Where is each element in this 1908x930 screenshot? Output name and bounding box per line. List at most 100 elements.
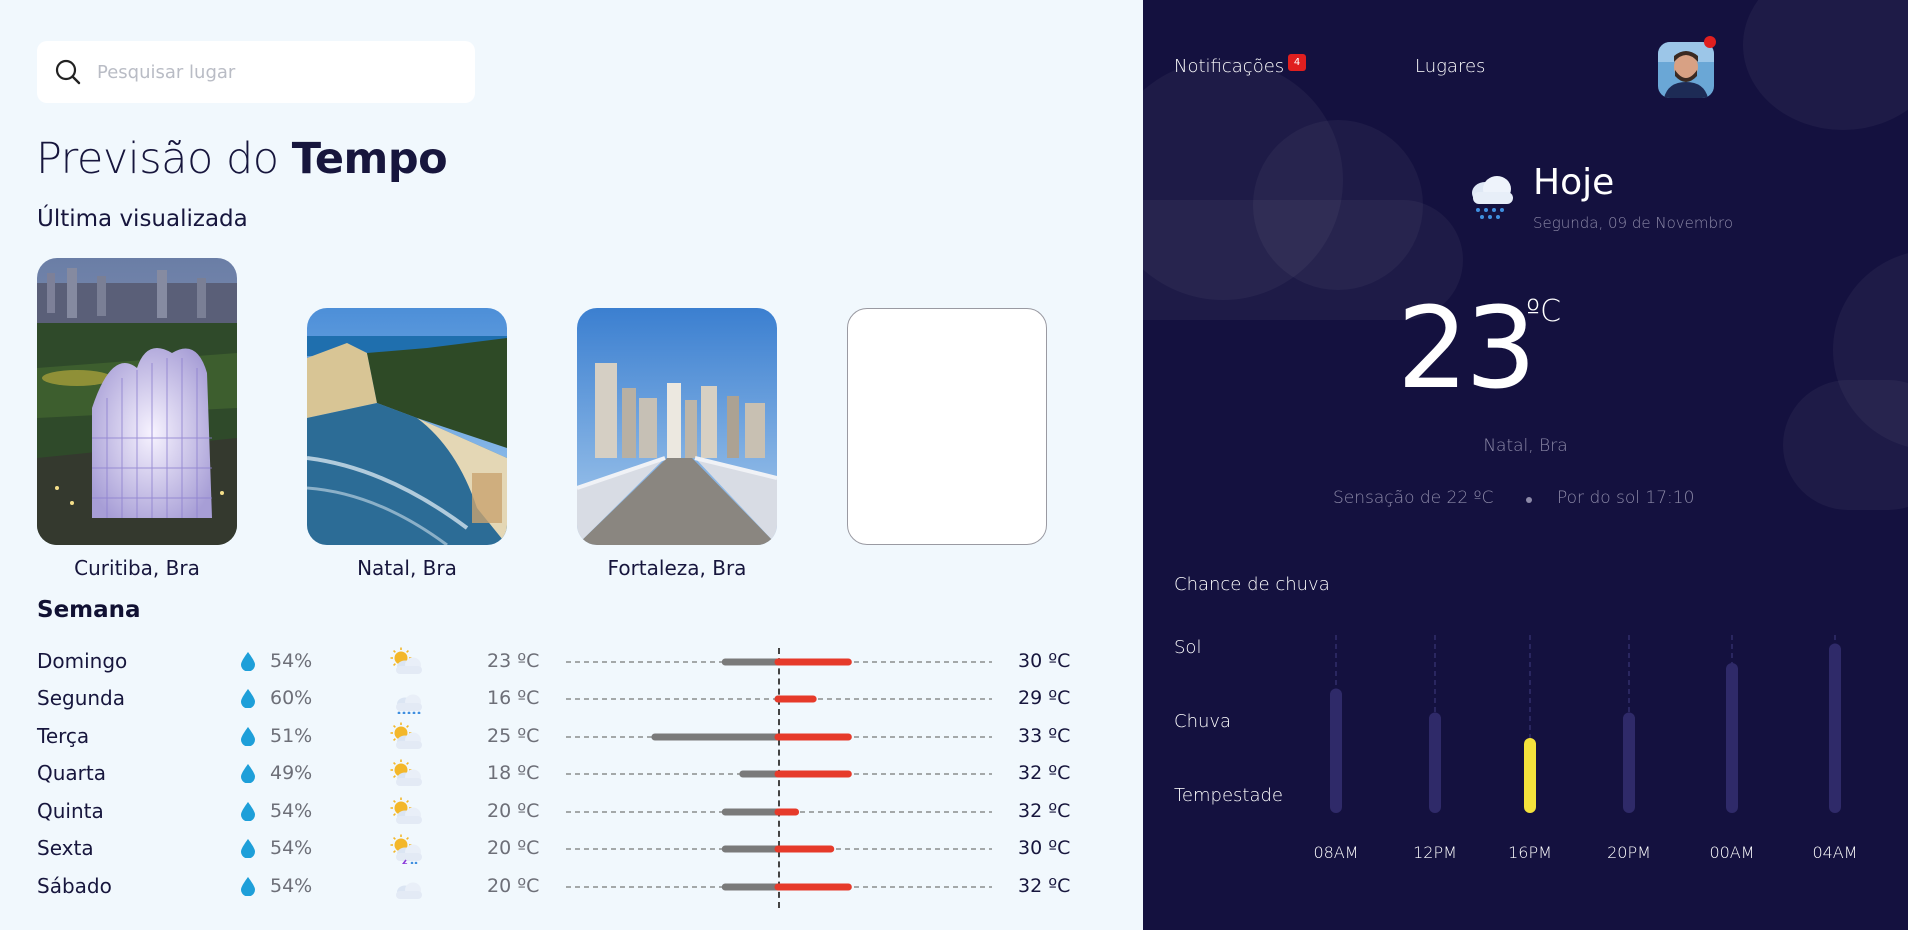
bg-cloud-shape (1743, 0, 1908, 130)
day-name: Quinta (37, 799, 104, 823)
title-light: Previsão do (36, 134, 292, 184)
page-title: Previsão do Tempo (36, 134, 448, 184)
week-row[interactable]: Segunda 60% 16 ºC 29 ºC (0, 684, 1100, 714)
cloud-icon (396, 882, 422, 899)
week-row[interactable]: Sábado 54% 20 ºC 32 ºC (0, 872, 1100, 902)
notifications-link[interactable]: Notificações (1174, 56, 1284, 77)
min-temp: 20 ºC (487, 800, 540, 822)
min-temp: 18 ºC (487, 762, 540, 784)
rain-drop-icon (241, 652, 255, 671)
temp-range-bar (566, 658, 992, 666)
week-title: Semana (37, 597, 141, 623)
temp-range-bar (566, 695, 992, 703)
partly-cloudy-icon (390, 797, 422, 824)
rain-chance: 51% (270, 725, 313, 747)
x-tick-label: 00AM (1709, 843, 1755, 862)
min-temp: 25 ºC (487, 725, 540, 747)
avatar-photo (1658, 42, 1714, 98)
max-temp: 32 ºC (1018, 800, 1071, 822)
x-tick-label: 20PM (1607, 843, 1651, 862)
city-name-natal: Natal, Bra (357, 556, 457, 580)
today-date: Segunda, 09 de Novembro (1533, 214, 1734, 232)
natal-photo (307, 308, 507, 545)
min-temp: 20 ºC (487, 875, 540, 897)
partly-cloudy-icon (390, 647, 422, 674)
week-row[interactable]: Sexta 54% 20 ºC 30 ºC (0, 834, 1100, 864)
temperature-unit: ºC (1526, 294, 1562, 329)
week-row[interactable]: Quarta 49% 18 ºC 32 ºC (0, 759, 1100, 789)
max-temp: 33 ºC (1018, 725, 1071, 747)
avatar-status-dot (1704, 36, 1716, 48)
day-name: Sábado (37, 874, 112, 898)
x-tick-label: 04AM (1812, 843, 1858, 862)
search-icon (55, 59, 81, 85)
storm-sun-icon (390, 834, 422, 864)
min-temp: 20 ºC (487, 837, 540, 859)
current-location: Natal, Bra (1483, 436, 1568, 456)
rain-drop-icon (241, 764, 255, 783)
rain-icon (396, 694, 422, 714)
main-content: Previsão do Tempo Última visualizada Cur… (0, 0, 1143, 930)
city-name-curitiba: Curitiba, Bra (74, 556, 200, 580)
max-temp: 32 ºC (1018, 762, 1071, 784)
today-label: Hoje (1533, 162, 1615, 203)
recent-subtitle: Última visualizada (37, 206, 248, 232)
max-temp: 30 ºC (1018, 650, 1071, 672)
avatar[interactable] (1658, 42, 1714, 98)
rain-icon (1472, 176, 1513, 219)
day-name: Domingo (37, 649, 128, 673)
rain-drop-icon (241, 839, 255, 858)
city-card-natal[interactable] (307, 308, 507, 545)
max-temp: 30 ºC (1018, 837, 1071, 859)
rain-drop-icon (241, 802, 255, 821)
search-box[interactable] (37, 41, 475, 103)
rain-chance-chart (1330, 635, 1841, 813)
city-card-fortaleza[interactable] (577, 308, 777, 545)
notifications-badge: 4 (1288, 54, 1306, 71)
city-name-fortaleza: Fortaleza, Bra (607, 556, 747, 580)
rain-chance: 54% (270, 837, 313, 859)
rain-chance: 54% (270, 875, 313, 897)
city-card-curitiba[interactable] (37, 258, 237, 545)
week-row[interactable]: Quinta 54% 20 ºC 32 ºC (0, 797, 1100, 827)
separator-dot (1526, 497, 1532, 503)
rain-chance: 54% (270, 650, 313, 672)
temp-range-bar (566, 808, 992, 816)
temp-range-bar (566, 733, 992, 741)
temp-range-bar (566, 883, 992, 891)
max-temp: 32 ºC (1018, 875, 1071, 897)
x-tick-label: 08AM (1313, 843, 1359, 862)
sunset-time: Por do sol 17:10 (1557, 488, 1695, 508)
current-temperature: 23 (1397, 284, 1537, 414)
min-temp: 23 ºC (487, 650, 540, 672)
rain-chance: 60% (270, 687, 313, 709)
partly-cloudy-icon (390, 722, 422, 749)
rain-drop-icon (241, 689, 255, 708)
title-bold: Tempo (291, 134, 448, 184)
rain-drop-icon (241, 877, 255, 896)
day-name: Segunda (37, 686, 125, 710)
today-panel: Notificações 4 Lugares Hoje Segunda, 09 … (1143, 0, 1908, 930)
day-name: Terça (37, 724, 90, 748)
rain-chance: 49% (270, 762, 313, 784)
feels-like: Sensação de 22 ºC (1333, 488, 1494, 508)
x-tick-label: 12PM (1413, 843, 1457, 862)
x-tick-label: 16PM (1508, 843, 1552, 862)
rain-chance-title: Chance de chuva (1174, 574, 1330, 595)
empty-city-slot[interactable] (847, 308, 1047, 545)
week-row[interactable]: Terça 51% 25 ºC 33 ºC (0, 722, 1100, 752)
rain-chance: 54% (270, 800, 313, 822)
search-input[interactable] (97, 61, 437, 83)
min-temp: 16 ºC (487, 687, 540, 709)
day-name: Sexta (37, 836, 94, 860)
curitiba-photo (37, 258, 237, 545)
day-name: Quarta (37, 761, 106, 785)
rain-drop-icon (241, 727, 255, 746)
places-link[interactable]: Lugares (1415, 56, 1485, 77)
temp-range-bar (566, 770, 992, 778)
fortaleza-photo (577, 308, 777, 545)
max-temp: 29 ºC (1018, 687, 1071, 709)
week-row[interactable]: Domingo 54% 23 ºC 30 ºC (0, 647, 1100, 677)
partly-cloudy-icon (390, 759, 422, 786)
temp-range-bar (566, 845, 992, 853)
